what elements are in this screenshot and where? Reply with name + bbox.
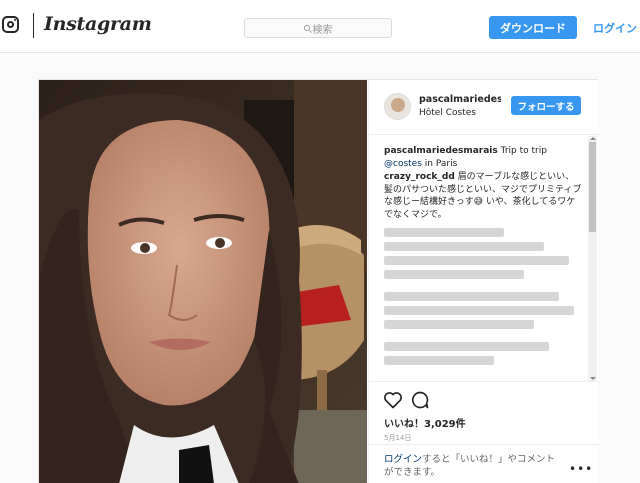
scroll-thumb[interactable] bbox=[589, 142, 596, 232]
blurred-comment bbox=[384, 306, 574, 315]
post-location[interactable]: Hôtel Costes bbox=[419, 108, 476, 118]
blurred-comment bbox=[384, 320, 534, 329]
scroll-down-icon[interactable] bbox=[590, 377, 596, 380]
comments-scrollbar[interactable] bbox=[588, 136, 597, 381]
selfie-image bbox=[39, 80, 367, 483]
comment-icon[interactable] bbox=[410, 390, 430, 410]
comment-username[interactable]: crazy_rock_dd bbox=[384, 172, 455, 182]
blurred-comment bbox=[384, 270, 524, 279]
post-username[interactable]: pascalmariedesma bbox=[419, 94, 501, 105]
instagram-wordmark[interactable]: Instagram bbox=[44, 13, 152, 35]
logo-divider bbox=[33, 13, 34, 38]
comments-list[interactable]: pascalmariedesmarais Trip to trip @coste… bbox=[369, 136, 599, 381]
instagram-camera-icon[interactable] bbox=[2, 16, 19, 33]
blurred-comment bbox=[384, 356, 494, 365]
search-input[interactable]: 検索 bbox=[244, 18, 392, 38]
login-prompt-link[interactable]: ログイン bbox=[384, 454, 422, 465]
caption-location-text: in Paris bbox=[421, 158, 458, 169]
post-photo[interactable] bbox=[39, 80, 367, 483]
blurred-comment bbox=[384, 256, 569, 265]
blurred-comment bbox=[384, 228, 504, 237]
post-header: pascalmariedesma Hôtel Costes フォローする bbox=[369, 80, 599, 135]
blurred-comment bbox=[384, 342, 549, 351]
caption-text: Trip to trip bbox=[500, 146, 547, 156]
avatar[interactable] bbox=[384, 93, 411, 120]
caption-username[interactable]: pascalmariedesmarais bbox=[384, 146, 498, 156]
post-date[interactable]: 5月14日 bbox=[384, 433, 411, 443]
blurred-comment bbox=[384, 292, 559, 301]
login-prompt: ログインすると「いいね！」やコメントができます。 bbox=[384, 454, 564, 479]
post-side-panel: pascalmariedesma Hôtel Costes フォローする pas… bbox=[368, 80, 599, 483]
download-button[interactable]: ダウンロード bbox=[489, 16, 577, 39]
search-placeholder: 検索 bbox=[312, 24, 333, 36]
more-options-icon[interactable]: ••• bbox=[569, 462, 593, 476]
like-count[interactable]: いいね！3,029件 bbox=[384, 415, 466, 430]
heart-icon[interactable] bbox=[383, 390, 403, 410]
login-prompt-area: ログインすると「いいね！」やコメントができます。 ••• bbox=[369, 444, 599, 483]
caption: pascalmariedesmarais Trip to trip @coste… bbox=[384, 145, 582, 170]
login-link[interactable]: ログイン bbox=[593, 20, 637, 36]
top-nav-bar: Instagram 検索 ダウンロード ログイン bbox=[0, 0, 640, 53]
comment-item: crazy_rock_dd 眉のマーブルな感じといい、髪のパサついた感じといい、… bbox=[384, 171, 582, 221]
blurred-comment bbox=[384, 242, 544, 251]
search-icon bbox=[303, 25, 310, 31]
scroll-up-icon[interactable] bbox=[590, 137, 596, 140]
post-card: pascalmariedesma Hôtel Costes フォローする pas… bbox=[38, 79, 599, 483]
follow-button[interactable]: フォローする bbox=[511, 96, 581, 115]
caption-mention-link[interactable]: @costes bbox=[384, 159, 422, 169]
